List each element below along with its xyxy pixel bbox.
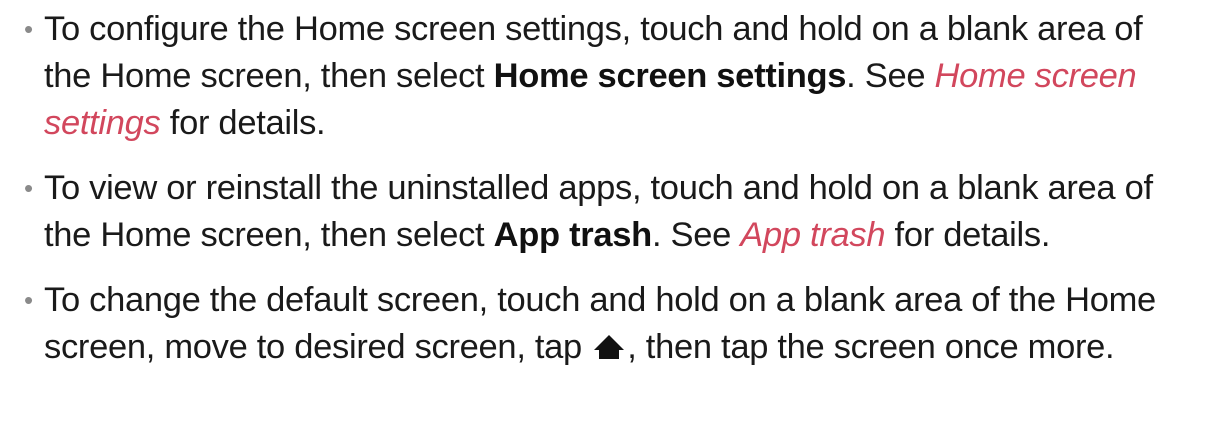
list-item: • To configure the Home screen settings,… <box>0 6 1206 147</box>
item-text: . See <box>651 216 741 254</box>
bold-term: App trash <box>493 216 653 254</box>
item-text: . See <box>846 57 935 95</box>
item-text: for details. <box>160 104 326 142</box>
tips-list: • To configure the Home screen settings,… <box>0 0 1206 389</box>
item-text: for details. <box>885 216 1051 254</box>
page: • To configure the Home screen settings,… <box>0 0 1206 434</box>
bullet-dot: • <box>24 285 33 315</box>
home-icon <box>594 335 625 359</box>
item-text: , then tap the screen once more. <box>627 328 1115 366</box>
bold-term: Home screen settings <box>493 57 847 95</box>
bullet-dot: • <box>24 173 33 203</box>
list-item: • To change the default screen, touch an… <box>0 277 1206 371</box>
cross-reference-link[interactable]: App trash <box>740 216 885 254</box>
bullet-dot: • <box>24 14 33 44</box>
list-item: • To view or reinstall the uninstalled a… <box>0 165 1206 259</box>
